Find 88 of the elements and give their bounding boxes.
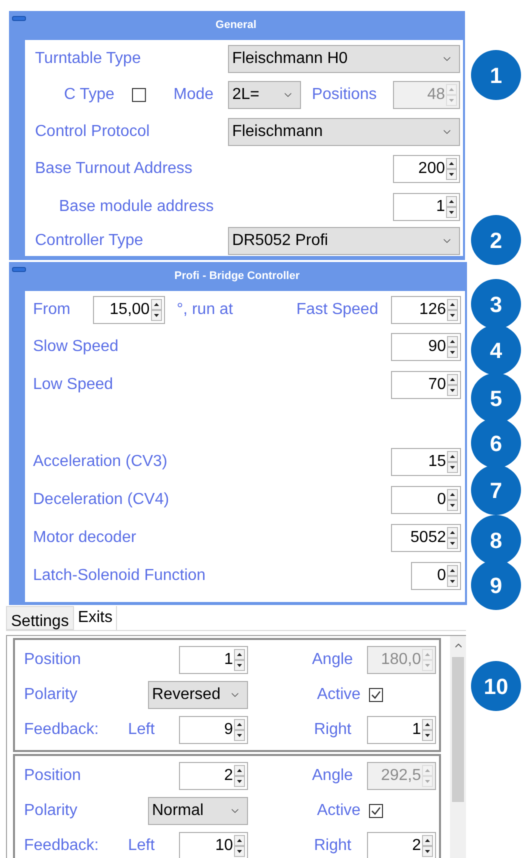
scrollbar-thumb[interactable] [452, 657, 464, 802]
number-field[interactable]: 15,00 [92, 296, 165, 324]
annotation-badge: 4 [471, 325, 521, 375]
number-field[interactable]: 0 [411, 562, 461, 590]
dropdown[interactable]: Fleischmann [228, 118, 460, 146]
collapse-handle[interactable] [12, 267, 26, 272]
panel-title: Profi - Bridge Controller [174, 269, 300, 284]
spin-arrows-icon[interactable] [234, 648, 245, 670]
spin-arrows-icon[interactable] [234, 764, 245, 786]
field-label: °, run at [176, 300, 234, 320]
number-field[interactable]: 1 [179, 646, 248, 674]
field-label: Latch-Solenoid Function [33, 566, 206, 586]
field-label: Polarity [24, 684, 78, 704]
field-label: Positions [312, 85, 378, 105]
spin-arrows-icon[interactable] [422, 718, 433, 740]
spin-arrows-icon[interactable] [447, 451, 458, 473]
number-field[interactable]: 2 [367, 832, 436, 858]
number-field[interactable]: 70 [391, 371, 461, 399]
spin-arrows-icon[interactable] [446, 196, 457, 218]
number-field[interactable]: 1 [367, 716, 436, 744]
field-label: Polarity [24, 800, 78, 820]
annotation-badge: 10 [471, 661, 521, 711]
field-label: Base module address [59, 196, 214, 216]
spin-arrows-icon[interactable] [446, 158, 457, 180]
field-label: Mode [174, 85, 215, 105]
tab[interactable]: Settings [6, 606, 74, 630]
annotation-badge: 1 [471, 50, 521, 100]
spin-arrows-icon[interactable] [447, 489, 458, 511]
spin-arrows-icon[interactable] [447, 565, 458, 587]
field-label: Motor decoder [33, 528, 136, 548]
panel-title: General [216, 18, 256, 34]
spin-arrows-icon[interactable] [447, 298, 458, 320]
field-label: Angle [312, 650, 354, 670]
field-label: Position [24, 650, 82, 670]
field-label: Position [24, 766, 82, 786]
field-label: Angle [312, 766, 354, 786]
field-label: Controller Type [35, 231, 144, 251]
dropdown[interactable]: Reversed [148, 680, 248, 708]
annotation-badge: 9 [471, 560, 521, 610]
number-field[interactable]: 2 [179, 762, 248, 790]
field-label: From [33, 300, 72, 320]
field-label: Acceleration (CV3) [33, 452, 168, 472]
field-label: C Type [64, 85, 116, 105]
annotation-badge: 3 [471, 279, 521, 329]
checkbox[interactable] [369, 804, 383, 818]
dropdown[interactable]: DR5052 Profi [228, 227, 460, 255]
number-field[interactable]: 10 [179, 832, 248, 858]
collapse-handle[interactable] [12, 16, 26, 21]
spin-arrows-icon[interactable] [234, 834, 245, 856]
annotation-badge: 7 [471, 465, 521, 515]
field-label: Low Speed [33, 375, 114, 395]
field-label: Control Protocol [35, 122, 151, 142]
dropdown[interactable]: 2L= [228, 81, 301, 109]
field-label: Left [128, 836, 156, 856]
spin-arrows-icon[interactable] [447, 527, 458, 549]
annotation-badge: 5 [471, 373, 521, 423]
field-label: Left [128, 720, 156, 740]
field-label: Deceleration (CV4) [33, 490, 170, 510]
checkbox[interactable] [369, 688, 383, 702]
number-field[interactable]: 90 [391, 333, 461, 361]
field-label: Fast Speed [296, 300, 380, 320]
number-field[interactable]: 200 [393, 154, 460, 182]
dropdown[interactable]: Normal [148, 796, 248, 824]
number-field[interactable]: 5052 [391, 524, 461, 552]
spin-arrows-icon[interactable] [447, 336, 458, 358]
field-label: Right [314, 836, 352, 856]
spin-arrows-icon[interactable] [447, 374, 458, 396]
number-field[interactable]: 126 [391, 296, 461, 324]
number-field[interactable]: 0 [391, 486, 461, 514]
field-label: Base Turnout Address [35, 158, 192, 178]
field-label: Active [317, 684, 362, 704]
number-field[interactable]: 9 [179, 716, 248, 744]
number-field[interactable]: 1 [393, 192, 460, 220]
checkbox[interactable] [132, 88, 146, 102]
annotation-badge: 2 [471, 215, 521, 265]
field-label: Turntable Type [35, 49, 142, 69]
field-label: Right [314, 720, 352, 740]
field-label: Feedback: [24, 836, 100, 856]
field-label: Slow Speed [33, 337, 118, 357]
field-label: Active [317, 800, 362, 820]
number-field[interactable]: 15 [391, 448, 461, 476]
dropdown[interactable]: Fleischmann H0 [228, 45, 460, 73]
spin-arrows-icon[interactable] [150, 298, 162, 320]
annotation-badge: 8 [471, 515, 521, 565]
spin-arrows-icon[interactable] [422, 834, 433, 856]
field-label: Feedback: [24, 720, 100, 740]
annotation-badge: 6 [471, 418, 521, 468]
spin-arrows-icon[interactable] [234, 718, 245, 740]
